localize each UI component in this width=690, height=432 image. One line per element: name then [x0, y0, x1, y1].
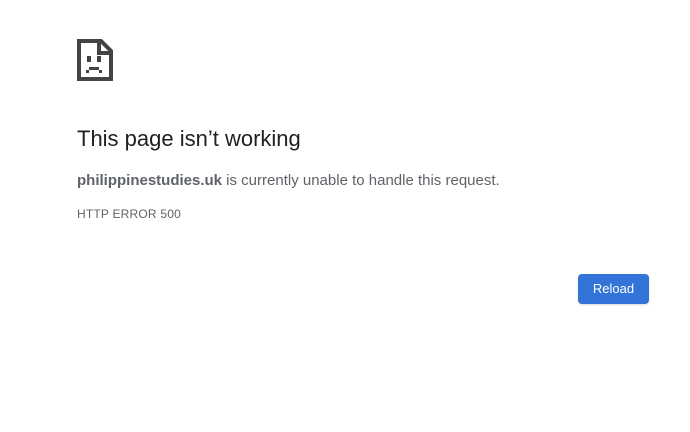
- sad-document-icon: [77, 39, 113, 81]
- reload-button[interactable]: Reload: [578, 274, 649, 304]
- error-message-text: is currently unable to handle this reque…: [222, 172, 500, 189]
- error-message: philippinestudies.uk is currently unable…: [77, 171, 500, 191]
- site-domain: philippinestudies.uk: [77, 172, 223, 189]
- error-code: HTTP ERROR 500: [77, 207, 181, 221]
- page-title: This page isn’t working: [77, 126, 301, 151]
